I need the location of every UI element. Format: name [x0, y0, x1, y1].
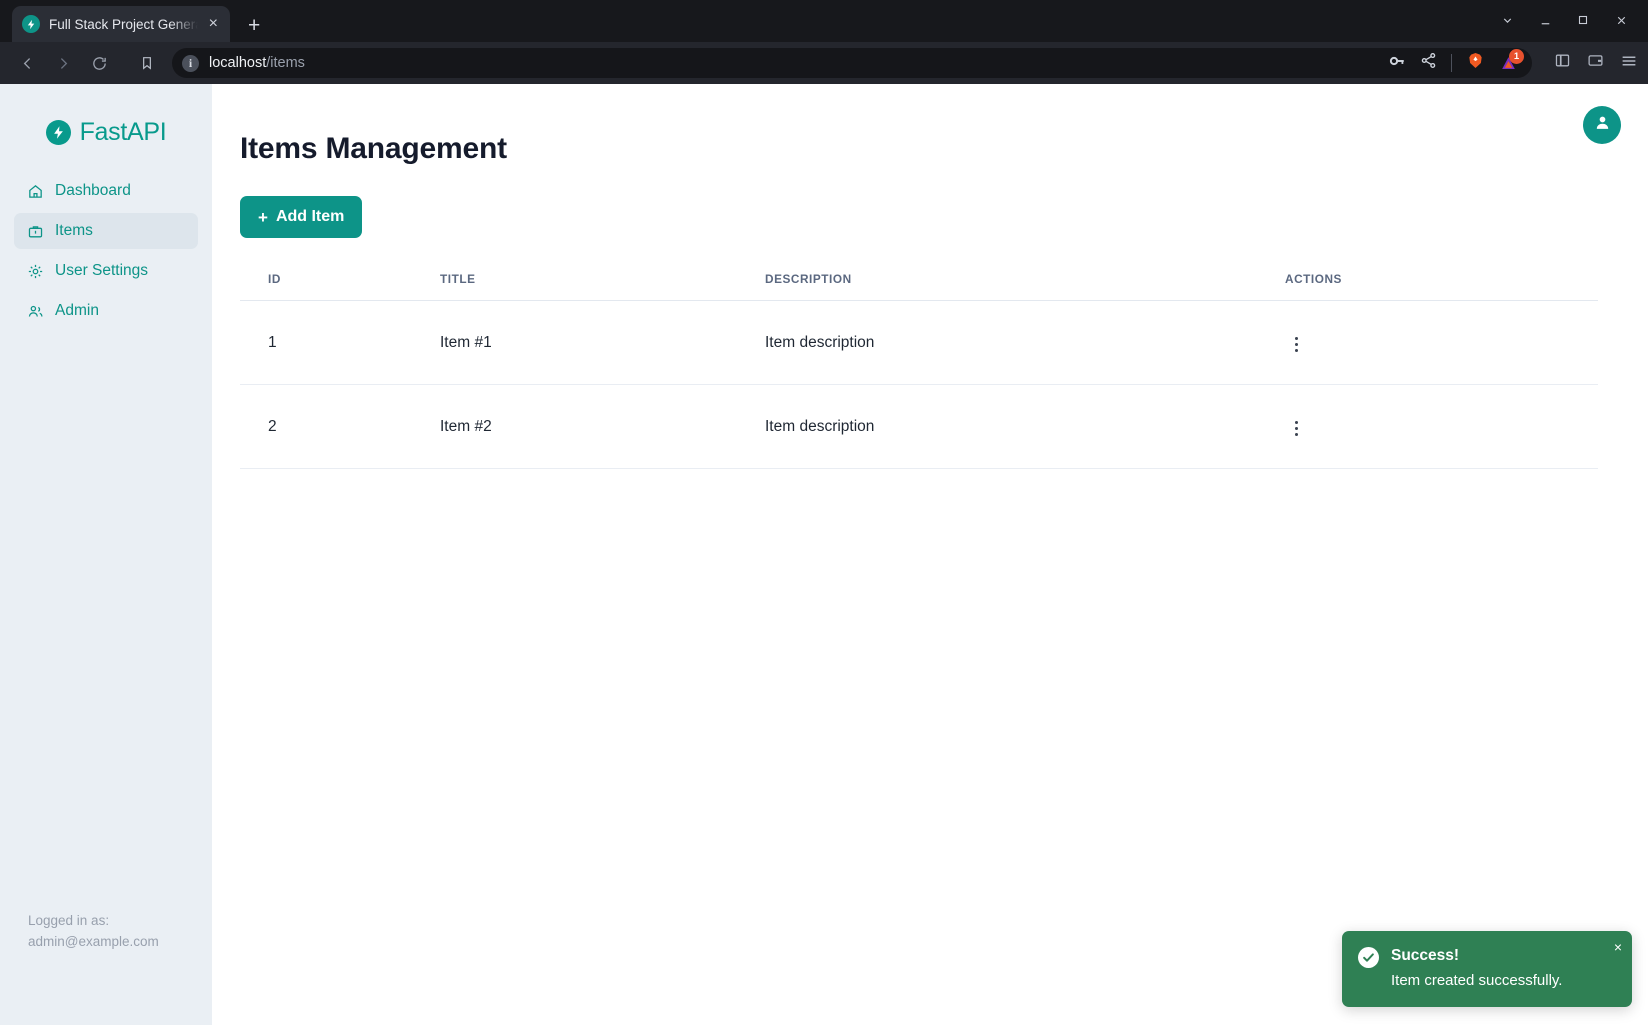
sidebar-item-label: User Settings: [55, 262, 148, 280]
address-bar-actions: 1: [1388, 51, 1522, 75]
logged-in-label: Logged in as:: [28, 911, 159, 932]
column-header-title: TITLE: [440, 272, 765, 301]
table-head: ID TITLE DESCRIPTION ACTIONS: [240, 272, 1598, 301]
table-row: 1 Item #1 Item description: [240, 301, 1598, 385]
forward-arrow-icon[interactable]: [46, 48, 80, 78]
maximize-icon[interactable]: [1564, 6, 1602, 34]
cell-actions: [1285, 385, 1598, 469]
share-icon[interactable]: [1420, 52, 1437, 74]
cell-description: Item description: [765, 385, 1285, 469]
table-header-row: ID TITLE DESCRIPTION ACTIONS: [240, 272, 1598, 301]
cell-description: Item description: [765, 301, 1285, 385]
toast-message: Item created successfully.: [1391, 971, 1562, 991]
url-text: localhost/items: [209, 55, 1378, 71]
address-bar[interactable]: i localhost/items 1: [172, 48, 1532, 78]
home-icon: [26, 182, 44, 200]
chevron-down-icon[interactable]: [1488, 6, 1526, 34]
minimize-icon[interactable]: [1526, 6, 1564, 34]
plus-icon: +: [258, 209, 268, 226]
toast-text: Success! Item created successfully.: [1391, 946, 1562, 990]
cell-id: 2: [240, 385, 440, 469]
toast-title: Success!: [1391, 946, 1562, 965]
page-viewport: FastAPI Dashboard Items: [0, 84, 1648, 1025]
items-table: ID TITLE DESCRIPTION ACTIONS 1 Item #1 I…: [240, 272, 1598, 469]
sidebar-item-label: Dashboard: [55, 182, 131, 200]
new-tab-button[interactable]: +: [248, 15, 260, 42]
back-arrow-icon[interactable]: [10, 48, 44, 78]
logged-in-email: admin@example.com: [28, 932, 159, 953]
cell-title: Item #1: [440, 301, 765, 385]
reload-icon[interactable]: [82, 48, 116, 78]
sidebar-item-label: Items: [55, 222, 93, 240]
logged-in-info: Logged in as: admin@example.com: [28, 911, 159, 953]
add-item-button[interactable]: + Add Item: [240, 196, 362, 238]
window-controls: [1488, 6, 1640, 34]
browser-toolbar: i localhost/items 1: [0, 42, 1648, 84]
fastapi-bolt-icon: [46, 120, 71, 145]
column-header-actions: ACTIONS: [1285, 272, 1598, 301]
key-icon[interactable]: [1388, 52, 1406, 75]
sidebar-item-items[interactable]: Items: [14, 213, 198, 249]
close-icon[interactable]: [1602, 6, 1640, 34]
url-path: /items: [266, 55, 305, 71]
wallet-icon[interactable]: [1587, 52, 1604, 74]
users-icon: [26, 302, 44, 320]
table-row: 2 Item #2 Item description: [240, 385, 1598, 469]
toolbar-right-icons: [1540, 52, 1638, 75]
toolbar-divider: [1451, 54, 1452, 72]
cell-title: Item #2: [440, 385, 765, 469]
url-host: localhost: [209, 55, 266, 71]
table-body: 1 Item #1 Item description 2 Item #2 Ite…: [240, 301, 1598, 469]
rewards-badge: 1: [1509, 49, 1524, 64]
success-toast: Success! Item created successfully. ×: [1342, 931, 1632, 1007]
brave-rewards-icon[interactable]: 1: [1499, 54, 1518, 73]
row-menu-icon[interactable]: [1285, 331, 1308, 358]
cell-actions: [1285, 301, 1598, 385]
sidebar-panel-icon[interactable]: [1554, 52, 1571, 74]
site-info-icon[interactable]: i: [182, 55, 199, 72]
sidebar-item-user-settings[interactable]: User Settings: [14, 253, 198, 289]
cell-id: 1: [240, 301, 440, 385]
sidebar-nav: Dashboard Items User Settings: [14, 173, 198, 329]
sidebar-item-dashboard[interactable]: Dashboard: [14, 173, 198, 209]
briefcase-icon: [26, 222, 44, 240]
toast-close-icon[interactable]: ×: [1614, 940, 1622, 954]
browser-tab[interactable]: Full Stack Project Genera ×: [12, 6, 230, 42]
sidebar-item-admin[interactable]: Admin: [14, 293, 198, 329]
app-sidebar: FastAPI Dashboard Items: [0, 84, 212, 1025]
add-item-label: Add Item: [276, 208, 344, 226]
column-header-description: DESCRIPTION: [765, 272, 1285, 301]
user-avatar-button[interactable]: [1583, 106, 1621, 144]
tab-close-icon[interactable]: ×: [207, 16, 220, 32]
bookmark-icon[interactable]: [130, 48, 164, 78]
sidebar-item-label: Admin: [55, 302, 99, 320]
hamburger-menu-icon[interactable]: [1620, 52, 1638, 75]
user-avatar-icon: [1593, 113, 1612, 137]
page-title: Items Management: [240, 132, 1608, 166]
brave-lion-icon[interactable]: [1466, 51, 1485, 75]
gear-icon: [26, 262, 44, 280]
row-menu-icon[interactable]: [1285, 415, 1308, 442]
fastapi-favicon-icon: [22, 15, 40, 33]
brand-name: FastAPI: [80, 118, 167, 147]
tab-title: Full Stack Project Genera: [49, 17, 198, 32]
main-content: Items Management + Add Item ID TITLE DES…: [212, 84, 1648, 1025]
column-header-id: ID: [240, 272, 440, 301]
check-circle-icon: [1358, 947, 1379, 968]
tab-strip: Full Stack Project Genera × +: [0, 0, 1648, 42]
brand-logo: FastAPI: [14, 106, 198, 173]
browser-window: Full Stack Project Genera × +: [0, 0, 1648, 1025]
